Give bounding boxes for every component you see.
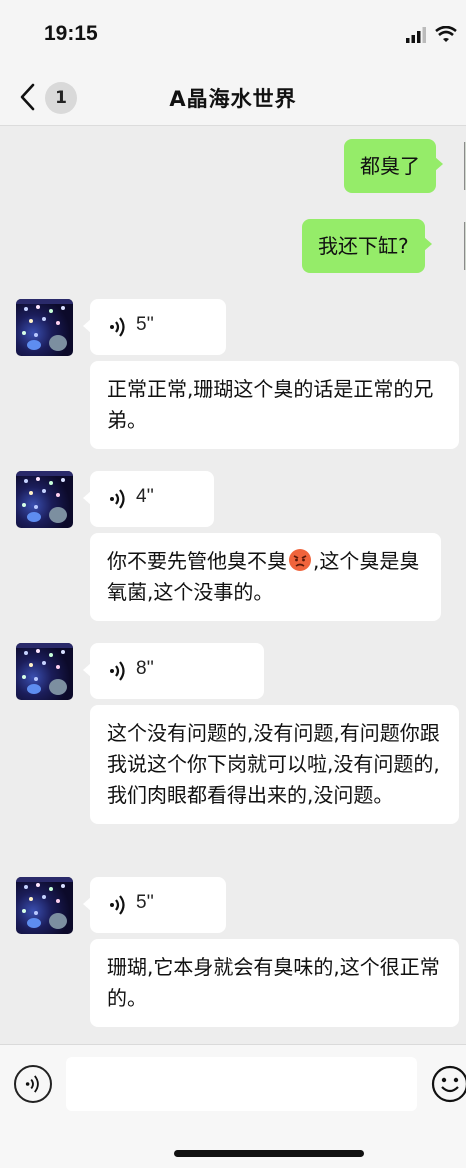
voice-message-bubble[interactable]: 8'' bbox=[83, 643, 264, 699]
status-time: 19:15 bbox=[44, 22, 98, 45]
voice-duration: 5'' bbox=[136, 892, 154, 913]
voice-wave-icon bbox=[110, 317, 125, 337]
message-input[interactable] bbox=[66, 1057, 417, 1111]
voice-transcript[interactable]: 珊瑚,它本身就会有臭味的,这个很正常的。 bbox=[90, 939, 459, 1027]
emoji-picker-icon[interactable] bbox=[431, 1065, 466, 1103]
coral-tank-image bbox=[16, 299, 73, 351]
signal-wifi-icon bbox=[406, 26, 457, 43]
contact-avatar[interactable] bbox=[16, 471, 73, 528]
voice-wave-icon bbox=[110, 661, 125, 681]
voice-message-bubble[interactable]: 4'' bbox=[83, 471, 214, 527]
contact-avatar[interactable] bbox=[16, 299, 73, 356]
coral-tank-image bbox=[16, 643, 73, 695]
voice-wave-icon bbox=[110, 895, 125, 915]
voice-duration: 8'' bbox=[136, 658, 154, 679]
voice-input-toggle-icon[interactable] bbox=[14, 1065, 52, 1103]
home-indicator[interactable] bbox=[174, 1150, 364, 1157]
voice-transcript[interactable]: 你不要先管他臭不臭 ,这个臭是臭氧菌,这个没事的。 bbox=[90, 533, 441, 621]
angry-face-icon bbox=[289, 549, 311, 571]
voice-transcript[interactable]: 正常正常,珊瑚这个臭的话是正常的兄弟。 bbox=[90, 361, 459, 449]
status-bar: 19:15 bbox=[0, 0, 466, 70]
voice-transcript[interactable]: 这个没有问题的,没有问题,有问题你跟我说这个你下岗就可以啦,没有问题的,我们肉眼… bbox=[90, 705, 459, 824]
voice-message-bubble[interactable]: 5'' bbox=[83, 877, 226, 933]
voice-duration: 4'' bbox=[136, 486, 154, 507]
outgoing-message[interactable]: 都臭了 bbox=[344, 139, 443, 193]
contact-avatar[interactable] bbox=[16, 877, 73, 934]
outgoing-message[interactable]: 我还下缸? bbox=[302, 219, 432, 273]
coral-tank-image bbox=[16, 877, 73, 929]
transcript-text: 你不要先管他臭不臭 bbox=[107, 549, 287, 573]
coral-tank-image bbox=[16, 471, 73, 523]
voice-message-bubble[interactable]: 5'' bbox=[83, 299, 226, 355]
voice-wave-icon bbox=[110, 489, 125, 509]
chat-title: A晶海水世界 bbox=[169, 87, 297, 111]
contact-avatar[interactable] bbox=[16, 643, 73, 700]
voice-duration: 5'' bbox=[136, 314, 154, 335]
chat-header: 1 A晶海水世界 bbox=[0, 70, 466, 126]
